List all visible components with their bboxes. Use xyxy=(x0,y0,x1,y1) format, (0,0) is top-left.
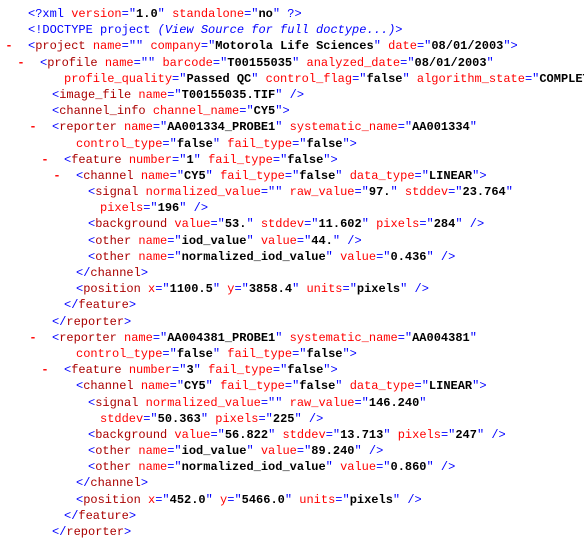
channel2-open: <channel name="CY5" fail_type="false" da… xyxy=(4,378,580,394)
signal2: <signal normalized_value="" raw_value="1… xyxy=(4,395,580,411)
image-file: <image_file name="T00155035.TIF" /> xyxy=(4,87,580,103)
reporter2-open: -<reporter name="AA004381_PROBE1" system… xyxy=(4,330,580,346)
background1: <background value="53." stddev="11.602" … xyxy=(4,216,580,232)
other2-1: <other name="iod_value" value="89.240" /… xyxy=(4,443,580,459)
signal1-cont: pixels="196" /> xyxy=(4,200,580,216)
reporter1-open: -<reporter name="AA001334_PROBE1" system… xyxy=(4,119,580,135)
reporter1-cont: control_type="false" fail_type="false"> xyxy=(4,136,580,152)
profile-open: -<profile name="" barcode="T00155035" an… xyxy=(4,55,580,71)
xml-document: <?xml version="1.0" standalone="no" ?> <… xyxy=(4,6,580,540)
feature2-close: </feature> xyxy=(4,508,580,524)
feature2-open: -<feature number="3" fail_type="false"> xyxy=(4,362,580,378)
feature1-open: -<feature number="1" fail_type="false"> xyxy=(4,152,580,168)
xml-declaration: <?xml version="1.0" standalone="no" ?> xyxy=(4,6,580,22)
channel1-open: -<channel name="CY5" fail_type="false" d… xyxy=(4,168,580,184)
reporter2-cont: control_type="false" fail_type="false"> xyxy=(4,346,580,362)
signal2-cont: stddev="50.363" pixels="225" /> xyxy=(4,411,580,427)
channel1-close: </channel> xyxy=(4,265,580,281)
project-open: -<project name="" company="Motorola Life… xyxy=(4,38,580,54)
background2: <background value="56.822" stddev="13.71… xyxy=(4,427,580,443)
profile-cont: profile_quality="Passed QC" control_flag… xyxy=(4,71,580,87)
other2-2: <other name="normalized_iod_value" value… xyxy=(4,459,580,475)
toggle-icon[interactable]: - xyxy=(40,152,50,168)
channel2-close: </channel> xyxy=(4,475,580,491)
toggle-icon[interactable]: - xyxy=(28,119,38,135)
toggle-icon[interactable]: - xyxy=(16,55,26,71)
toggle-icon[interactable]: - xyxy=(52,168,62,184)
reporter1-close: </reporter> xyxy=(4,314,580,330)
toggle-icon[interactable]: - xyxy=(40,362,50,378)
channel-info: <channel_info channel_name="CY5"> xyxy=(4,103,580,119)
toggle-icon[interactable]: - xyxy=(4,38,14,54)
position1: <position x="1100.5" y="3858.4" units="p… xyxy=(4,281,580,297)
doctype: <!DOCTYPE project (View Source for full … xyxy=(4,22,580,38)
feature1-close: </feature> xyxy=(4,297,580,313)
signal1: <signal normalized_value="" raw_value="9… xyxy=(4,184,580,200)
other1-1: <other name="iod_value" value="44." /> xyxy=(4,233,580,249)
position2: <position x="452.0" y="5466.0" units="pi… xyxy=(4,492,580,508)
reporter2-close: </reporter> xyxy=(4,524,580,540)
other1-2: <other name="normalized_iod_value" value… xyxy=(4,249,580,265)
toggle-icon[interactable]: - xyxy=(28,330,38,346)
